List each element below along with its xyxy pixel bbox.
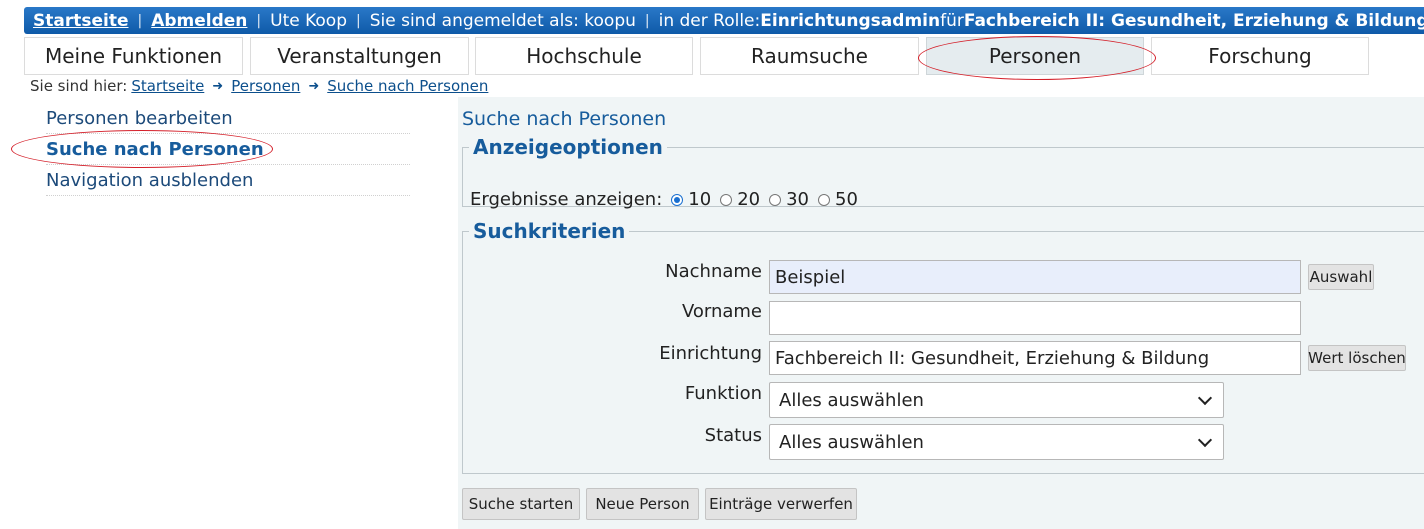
results-label: Ergebnisse anzeigen: <box>470 189 663 210</box>
radio-30[interactable] <box>769 193 782 206</box>
search-criteria-legend: Suchkriterien <box>473 219 626 243</box>
radio-20-label: 20 <box>737 189 761 210</box>
results-per-page: Ergebnisse anzeigen: 10 20 30 50 <box>470 189 858 210</box>
new-person-button[interactable]: Neue Person <box>586 488 699 520</box>
nachname-input[interactable]: Beispiel <box>769 260 1301 294</box>
logout-link[interactable]: Abmelden <box>151 11 247 31</box>
breadcrumb-item-personen[interactable]: Personen <box>231 77 300 95</box>
organisation-name: Fachbereich II: Gesundheit, Erziehung & … <box>963 10 1424 31</box>
breadcrumb-item-startseite[interactable]: Startseite <box>131 77 204 95</box>
status-label: Status <box>704 425 762 446</box>
radio-50[interactable] <box>818 193 830 206</box>
status-select[interactable]: Alles auswählen <box>769 424 1224 460</box>
nav-item-navigation-ausblenden[interactable]: Navigation ausblenden <box>46 165 410 196</box>
main-panel: Suche nach Personen Anzeigeoptionen Erge… <box>458 97 1424 529</box>
radio-10[interactable] <box>671 193 684 206</box>
user-name: Ute Koop <box>270 10 347 31</box>
discard-entries-button[interactable]: Einträge verwerfen <box>705 488 857 520</box>
nav-item-suche-nach-personen[interactable]: Suche nach Personen <box>46 134 410 165</box>
top-bar: Startseite | Abmelden | Ute Koop | Sie s… <box>24 7 1424 34</box>
separator: | <box>644 12 650 29</box>
funktion-selected-value: Alles auswählen <box>779 389 924 411</box>
display-options-legend: Anzeigeoptionen <box>473 135 663 159</box>
clear-value-button[interactable]: Wert löschen <box>1308 345 1406 371</box>
radio-20[interactable] <box>720 193 733 206</box>
role-name: Einrichtungsadmin <box>760 10 941 31</box>
radio-10-label: 10 <box>688 189 712 210</box>
vorname-input[interactable] <box>769 301 1301 335</box>
auswahl-button[interactable]: Auswahl <box>1308 264 1374 290</box>
separator: | <box>137 12 143 29</box>
tab-raumsuche[interactable]: Raumsuche <box>700 37 919 75</box>
radio-30-label: 30 <box>786 189 809 210</box>
tab-personen[interactable]: Personen <box>926 37 1144 75</box>
display-options-box: Anzeigeoptionen Ergebnisse anzeigen: 10 … <box>462 135 1424 210</box>
home-link[interactable]: Startseite <box>33 11 128 31</box>
einrichtung-label: Einrichtung <box>659 343 762 364</box>
breadcrumb: Sie sind hier: Startseite ➜ Personen ➜ S… <box>30 77 488 95</box>
login-info: Sie sind angemeldet als: koopu <box>369 10 636 31</box>
chevron-down-icon <box>1197 432 1213 447</box>
breadcrumb-item-suche[interactable]: Suche nach Personen <box>327 77 488 95</box>
radio-50-label: 50 <box>835 189 858 210</box>
separator: | <box>356 12 361 29</box>
funktion-label: Funktion <box>684 383 762 404</box>
page-title: Suche nach Personen <box>462 108 667 130</box>
arrow-right-icon: ➜ <box>308 78 320 94</box>
einrichtung-input[interactable]: Fachbereich II: Gesundheit, Erziehung & … <box>769 341 1301 375</box>
separator: | <box>256 12 262 29</box>
role-for: für <box>940 10 964 31</box>
arrow-right-icon: ➜ <box>212 78 224 94</box>
vorname-label: Vorname <box>681 301 762 322</box>
tab-meine-funktionen[interactable]: Meine Funktionen <box>24 37 243 75</box>
nav-item-personen-bearbeiten[interactable]: Personen bearbeiten <box>46 103 410 134</box>
funktion-select[interactable]: Alles auswählen <box>769 382 1224 418</box>
role-prefix: in der Rolle: <box>658 10 761 31</box>
tab-veranstaltungen[interactable]: Veranstaltungen <box>250 37 469 75</box>
tab-hochschule[interactable]: Hochschule <box>475 37 693 75</box>
status-selected-value: Alles auswählen <box>779 431 924 453</box>
left-navigation: Personen bearbeiten Suche nach Personen … <box>46 103 410 196</box>
nachname-label: Nachname <box>665 261 762 282</box>
tab-forschung[interactable]: Forschung <box>1151 37 1369 75</box>
search-button[interactable]: Suche starten <box>462 488 580 520</box>
chevron-down-icon <box>1197 390 1213 405</box>
breadcrumb-prefix: Sie sind hier: <box>30 77 128 95</box>
